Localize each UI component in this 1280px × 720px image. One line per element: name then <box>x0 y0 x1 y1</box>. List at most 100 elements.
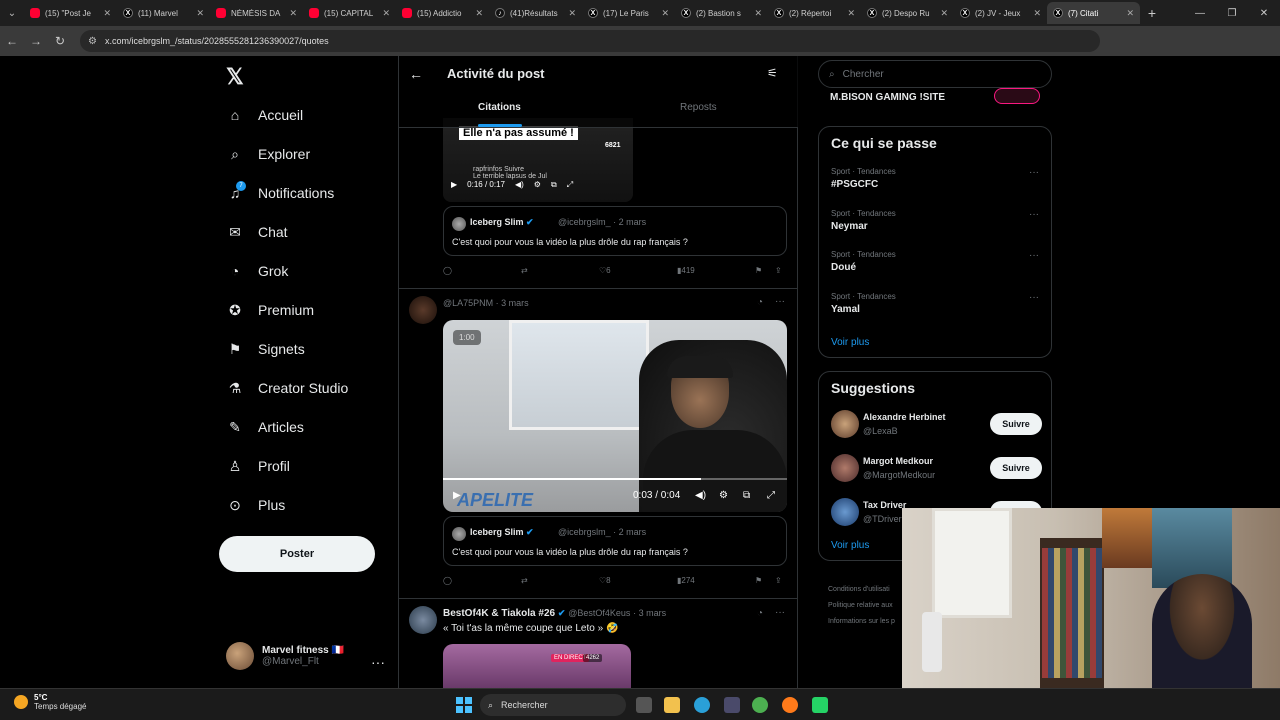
share-icon[interactable]: ⇪ <box>775 576 782 585</box>
close-window-icon[interactable]: ✕ <box>1248 0 1280 26</box>
gear-icon[interactable]: ⚙ <box>534 180 541 190</box>
repost-icon[interactable]: ⇄ <box>521 266 528 275</box>
tweet-handle[interactable]: @BestOf4Keus <box>568 608 630 618</box>
avatar[interactable] <box>409 606 437 634</box>
repost-icon[interactable]: ⇄ <box>521 576 528 585</box>
weather-widget[interactable]: 5°C Temps dégagé <box>14 693 86 711</box>
see-more-link[interactable]: Voir plus <box>831 337 869 348</box>
close-icon[interactable]: ✕ <box>289 8 297 19</box>
nav-item-home[interactable]: ⌂ Accueil <box>226 106 303 124</box>
store-icon[interactable] <box>724 697 740 713</box>
new-tab-button[interactable]: + <box>1140 5 1164 21</box>
quoted-tweet[interactable]: Iceberg Slim ✔ @icebrgslm_ · 2 mars C'es… <box>443 516 787 566</box>
site-info-icon[interactable]: ⚙ <box>88 36 97 47</box>
video-player[interactable]: Elle n'a pas assumé ! 6821 rapfrinfos Su… <box>443 118 633 202</box>
windows-start-icon[interactable] <box>456 697 472 713</box>
close-icon[interactable]: ✕ <box>103 8 111 19</box>
whatsapp-icon[interactable] <box>812 697 828 713</box>
tweet-author-name[interactable]: BestOf4K & Tiakola #26 <box>443 608 555 619</box>
nav-item-more[interactable]: ⊙ Plus <box>226 496 285 514</box>
trend-item[interactable]: Sport · Tendances Doué <box>831 250 896 273</box>
follow-button[interactable]: Suivre <box>990 457 1042 479</box>
nav-item-creator-studio[interactable]: ⚗ Creator Studio <box>226 379 349 397</box>
avatar[interactable] <box>409 296 437 324</box>
tweet-handle[interactable]: @LA75PNM <box>443 298 493 308</box>
close-icon[interactable]: ✕ <box>1126 8 1134 19</box>
browser-tab[interactable]: ♪ (41)Résultats ✕ <box>489 2 582 24</box>
more-dots-icon[interactable]: ··· <box>1029 167 1039 178</box>
forward-arrow-icon[interactable]: → <box>24 34 48 48</box>
browser-tab[interactable]: (15) "Post Je ✕ <box>24 2 117 24</box>
fullscreen-icon[interactable]: ⤢ <box>567 180 573 190</box>
edge-icon[interactable] <box>694 697 710 713</box>
share-icon[interactable]: ⇪ <box>775 266 782 275</box>
trend-item[interactable]: Sport · Tendances Neymar <box>831 209 896 232</box>
browser-tab[interactable]: X (2) JV - Jeux ✕ <box>954 2 1047 24</box>
account-switcher[interactable]: Marvel fitness 🇫🇷 @Marvel_Flt <box>226 642 344 670</box>
video-progress-bar[interactable] <box>443 478 787 480</box>
trend-item[interactable]: Sport · Tendances #PSGCFC <box>831 167 896 190</box>
views-button[interactable]: ▮ 419 <box>677 266 695 275</box>
task-view-icon[interactable] <box>636 697 652 713</box>
more-dots-icon[interactable]: ··· <box>1029 292 1039 303</box>
restore-icon[interactable]: ❐ <box>1216 0 1248 26</box>
more-dots-icon[interactable]: ··· <box>775 296 785 307</box>
nav-item-articles[interactable]: ✎ Articles <box>226 418 304 436</box>
close-icon[interactable]: ✕ <box>196 8 204 19</box>
tab-reposts[interactable]: Reposts <box>680 102 717 113</box>
more-dots-icon[interactable]: ··· <box>1029 209 1039 220</box>
like-button[interactable]: ♡ 8 <box>599 576 611 585</box>
gear-icon[interactable]: ⚙ <box>719 490 728 501</box>
close-icon[interactable]: ✕ <box>475 8 483 19</box>
nav-item-chat[interactable]: ✉ Chat <box>226 223 287 241</box>
tweet-media[interactable]: EN DIRECT 4262 <box>443 644 631 688</box>
pip-icon[interactable]: ⧉ <box>551 180 557 190</box>
browser-tab[interactable]: X (2) Despo Ru ✕ <box>861 2 954 24</box>
browser-tab[interactable]: (15) CAPITAL ✕ <box>303 2 396 24</box>
close-icon[interactable]: ✕ <box>940 8 948 19</box>
close-icon[interactable]: ✕ <box>382 8 390 19</box>
browser-tab[interactable]: X (2) Bastion s ✕ <box>675 2 768 24</box>
minimize-icon[interactable]: — <box>1184 0 1216 26</box>
nav-item-notifications[interactable]: ♫ 7 Notifications <box>226 181 334 202</box>
footer-link[interactable]: Informations sur les p <box>828 614 895 630</box>
footer-link[interactable]: Conditions d'utilisati <box>828 582 895 598</box>
taskbar-search[interactable]: ⌕ Rechercher <box>480 694 626 716</box>
quoted-tweet[interactable]: Iceberg Slim ✔ @icebrgslm_ · 2 mars C'es… <box>443 206 787 256</box>
follow-button[interactable]: Suivre <box>990 413 1042 435</box>
file-explorer-icon[interactable] <box>664 697 680 713</box>
nav-item-profile[interactable]: ♙ Profil <box>226 457 290 475</box>
nav-item-explore[interactable]: ⌕ Explorer <box>226 145 310 163</box>
firefox-icon[interactable] <box>782 697 798 713</box>
browser-tab[interactable]: X (2) Répertoi ✕ <box>768 2 861 24</box>
reply-icon[interactable]: ◯ <box>443 266 452 275</box>
chrome-icon[interactable] <box>752 697 768 713</box>
reload-icon[interactable]: ↻ <box>48 34 72 48</box>
volume-icon[interactable]: ◀) <box>695 490 706 501</box>
nav-item-premium[interactable]: ✪ Premium <box>226 301 314 319</box>
footer-link[interactable]: Politique relative aux <box>828 598 895 614</box>
close-icon[interactable]: ✕ <box>568 8 576 19</box>
video-follow[interactable]: Suivre <box>504 166 524 173</box>
post-button[interactable]: Poster <box>219 536 375 572</box>
browser-tab[interactable]: NÉMÉSIS DA ✕ <box>210 2 303 24</box>
play-icon[interactable]: ▶ <box>453 490 461 501</box>
promoted-trend[interactable]: M.BISON GAMING !SITE <box>830 92 945 103</box>
browser-tab-active[interactable]: X (7) Citati ✕ <box>1047 2 1140 24</box>
suggestion-item[interactable]: Margot Medkour @MargotMedkour Suivre <box>831 454 1043 484</box>
play-icon[interactable]: ▶ <box>451 180 457 190</box>
browser-tab[interactable]: (15) Addictio ✕ <box>396 2 489 24</box>
nav-item-grok[interactable]: ◔ Grok <box>226 262 289 280</box>
tab-citations[interactable]: Citations <box>478 102 521 113</box>
bookmark-icon[interactable]: ⚑ <box>755 576 762 585</box>
fullscreen-icon[interactable]: ⤢ <box>767 490 775 501</box>
settings-sliders-icon[interactable]: ⚟ <box>767 66 778 80</box>
browser-tab[interactable]: X (11) Marvel ✕ <box>117 2 210 24</box>
reply-icon[interactable]: ◯ <box>443 576 452 585</box>
trend-item[interactable]: Sport · Tendances Yamal <box>831 292 896 315</box>
volume-icon[interactable]: ◀) <box>515 180 524 190</box>
grok-icon[interactable]: ◔ <box>757 297 763 308</box>
grok-icon[interactable]: ◔ <box>757 608 763 619</box>
close-icon[interactable]: ✕ <box>1033 8 1041 19</box>
back-arrow-icon[interactable]: ← <box>409 66 423 82</box>
